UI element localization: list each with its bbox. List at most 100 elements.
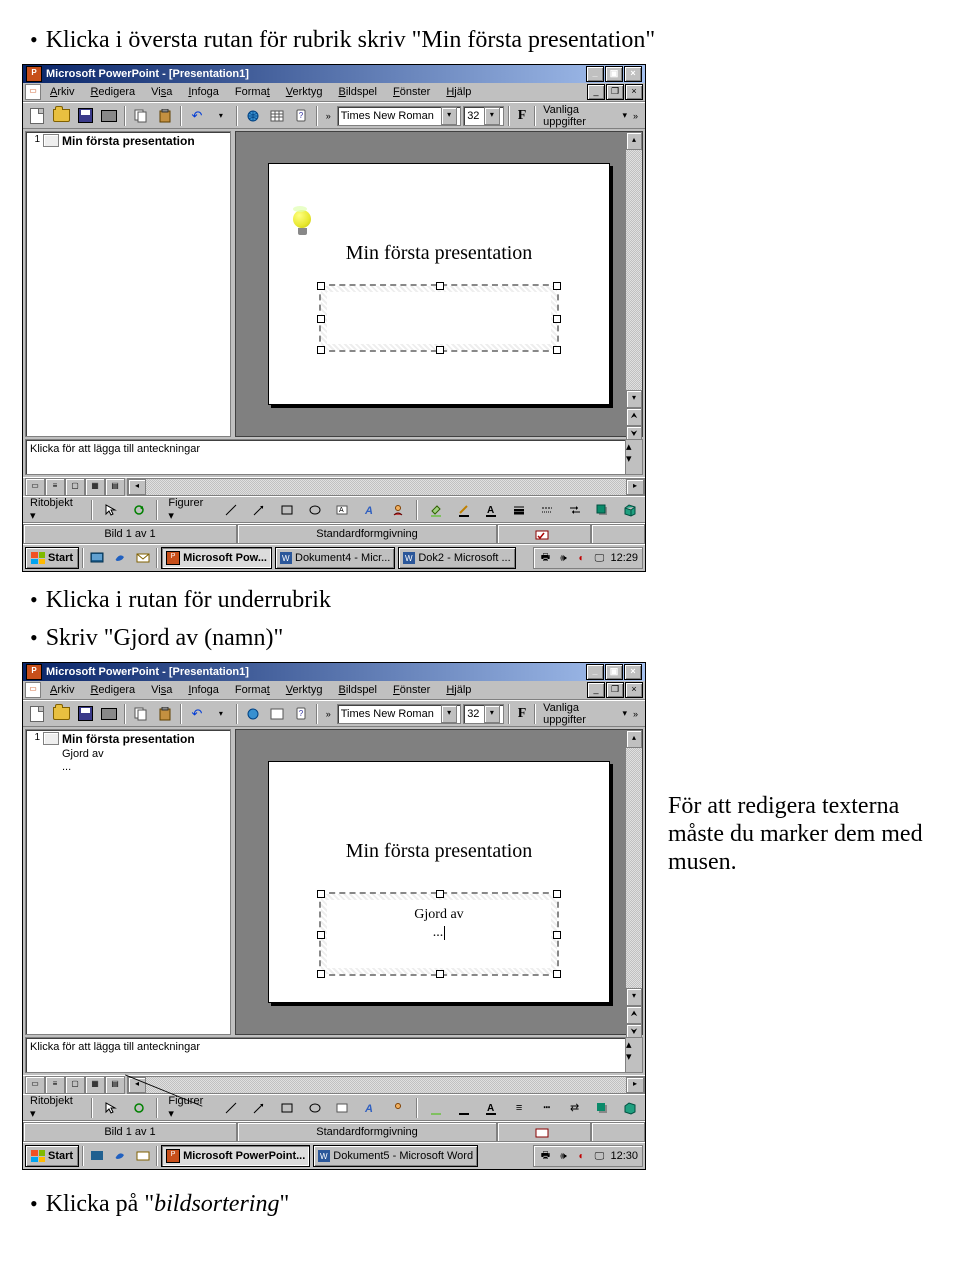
menu-bildspel[interactable]: Bildspel: [331, 85, 384, 99]
bold-button[interactable]: F: [514, 706, 530, 722]
more-buttons[interactable]: »: [322, 105, 335, 127]
line-color-tool[interactable]: [452, 1097, 476, 1119]
scroll-down-button[interactable]: ▾: [626, 988, 642, 1006]
font-combo[interactable]: Times New Roman ▾: [337, 704, 461, 724]
notes-pane[interactable]: Klicka för att lägga till anteckningar ▴…: [25, 1037, 643, 1073]
notes-pane[interactable]: Klicka för att lägga till anteckningar ▴…: [25, 439, 643, 475]
oval-tool[interactable]: [303, 499, 327, 521]
slide[interactable]: Min första presentation Gjord av ...: [268, 761, 610, 1003]
slide-edit-area[interactable]: Min första presentation ▴ ▾ ⮝: [235, 131, 643, 437]
select-tool[interactable]: [99, 499, 123, 521]
menu-visa[interactable]: Visa: [144, 85, 179, 99]
slideshow-view-button[interactable]: ▤: [105, 1076, 125, 1094]
line-tool[interactable]: [219, 1097, 243, 1119]
taskbar-task-powerpoint[interactable]: P Microsoft PowerPoint...: [161, 1145, 310, 1167]
menu-hjalp[interactable]: Hjälp: [439, 683, 478, 697]
clipart-tool[interactable]: [386, 1097, 410, 1119]
resize-handle[interactable]: [317, 931, 325, 939]
new-button[interactable]: [26, 703, 48, 725]
chevron-down-icon[interactable]: ▾: [484, 705, 500, 723]
tray-icon[interactable]: 🖶: [538, 1149, 552, 1163]
tray-icon[interactable]: 🖵: [592, 1149, 606, 1163]
outline-view-button[interactable]: ≡: [45, 478, 65, 496]
mdi-icon[interactable]: ▭: [25, 682, 41, 698]
lightbulb-icon[interactable]: [291, 210, 313, 240]
slide-view-button[interactable]: ▢: [65, 1076, 85, 1094]
3d-tool[interactable]: [618, 1097, 642, 1119]
undo-button[interactable]: ↶: [186, 703, 208, 725]
vertical-scrollbar[interactable]: ▴ ▾ ⮝ ⮟: [625, 730, 642, 1034]
close-button[interactable]: ×: [624, 664, 642, 680]
resize-handle[interactable]: [317, 315, 325, 323]
rotate-tool[interactable]: [127, 1097, 151, 1119]
line-tool[interactable]: [219, 499, 243, 521]
resize-handle[interactable]: [436, 282, 444, 290]
scroll-left-button[interactable]: ◂: [128, 479, 146, 495]
fill-color-tool[interactable]: [424, 1097, 448, 1119]
menu-arkiv[interactable]: Arkiv: [43, 683, 81, 697]
chevron-down-icon[interactable]: ▾: [623, 110, 628, 121]
scroll-up-button[interactable]: ▴: [626, 730, 642, 748]
taskbar-task-word1[interactable]: W Dokument4 - Micr...: [275, 547, 395, 569]
resize-handle[interactable]: [553, 890, 561, 898]
resize-handle[interactable]: [553, 346, 561, 354]
tray-icon[interactable]: 🕪: [556, 551, 570, 565]
resize-handle[interactable]: [317, 282, 325, 290]
quicklaunch-desktop[interactable]: [87, 548, 107, 568]
open-button[interactable]: [50, 703, 72, 725]
slide-title-text[interactable]: Min första presentation: [269, 840, 609, 863]
fontsize-combo[interactable]: 32 ▾: [463, 704, 504, 724]
resize-handle[interactable]: [436, 890, 444, 898]
arrow-tool[interactable]: [247, 499, 271, 521]
wordart-tool[interactable]: A: [358, 499, 382, 521]
rectangle-tool[interactable]: [275, 499, 299, 521]
quicklaunch-outlook[interactable]: [133, 1146, 153, 1166]
mdi-restore-button[interactable]: ❐: [606, 84, 624, 100]
line-style-tool[interactable]: ≡: [507, 1097, 531, 1119]
dash-style-tool[interactable]: ┅: [535, 1097, 559, 1119]
outline-title[interactable]: Min första presentation: [62, 134, 195, 148]
prev-slide-button[interactable]: ⮝: [626, 408, 642, 426]
slide-thumb-icon[interactable]: [43, 732, 59, 745]
menu-fonster[interactable]: Fönster: [386, 85, 437, 99]
slideshow-view-button[interactable]: ▤: [105, 478, 125, 496]
fill-color-tool[interactable]: [424, 499, 448, 521]
textbox-tool[interactable]: [331, 1097, 355, 1119]
prev-slide-button[interactable]: ⮝: [626, 1006, 642, 1024]
3d-tool[interactable]: [618, 499, 642, 521]
chevron-down-icon[interactable]: ▾: [484, 107, 500, 125]
menu-format[interactable]: Format: [228, 683, 277, 697]
rectangle-tool[interactable]: [275, 1097, 299, 1119]
subtitle-content[interactable]: Gjord av ...: [327, 900, 551, 968]
resize-handle[interactable]: [553, 970, 561, 978]
slide[interactable]: Min första presentation: [268, 163, 610, 405]
mdi-icon[interactable]: ▭: [25, 84, 41, 100]
resize-handle[interactable]: [436, 970, 444, 978]
subtitle-placeholder[interactable]: Gjord av ...: [319, 892, 559, 976]
notes-scrollbar[interactable]: ▴ ▾: [625, 440, 642, 474]
shadow-tool[interactable]: [591, 1097, 615, 1119]
resize-handle[interactable]: [317, 346, 325, 354]
hyperlink-button[interactable]: [242, 703, 264, 725]
scroll-down-button[interactable]: ▾: [626, 390, 642, 408]
menu-verktyg[interactable]: Verktyg: [279, 85, 330, 99]
more-buttons[interactable]: »: [629, 703, 642, 725]
scroll-right-button[interactable]: ▸: [626, 1077, 644, 1093]
hyperlink-button[interactable]: [242, 105, 264, 127]
new-button[interactable]: [26, 105, 48, 127]
arrow-style-tool[interactable]: ⇄: [563, 1097, 587, 1119]
paste-button[interactable]: [154, 703, 176, 725]
copy-button[interactable]: [130, 105, 152, 127]
mdi-minimize-button[interactable]: _: [587, 682, 605, 698]
scroll-up-button[interactable]: ▴: [626, 132, 642, 150]
wordart-tool[interactable]: A: [358, 1097, 382, 1119]
taskbar-task-word2[interactable]: W Dok2 - Microsoft ...: [398, 547, 515, 569]
ritobjekt-menu[interactable]: Ritobjekt ▾: [26, 496, 85, 523]
slide-edit-area[interactable]: Min första presentation Gjord av ...: [235, 729, 643, 1035]
vanliga-uppgifter-button[interactable]: Vanliga uppgifter: [540, 702, 620, 726]
slide-view-button[interactable]: ▢: [65, 478, 85, 496]
outline-title[interactable]: Min första presentation: [62, 732, 195, 746]
normal-view-button[interactable]: ▭: [25, 478, 45, 496]
normal-view-button[interactable]: ▭: [25, 1076, 45, 1094]
figurer-menu[interactable]: Figurer ▾: [164, 1094, 215, 1121]
